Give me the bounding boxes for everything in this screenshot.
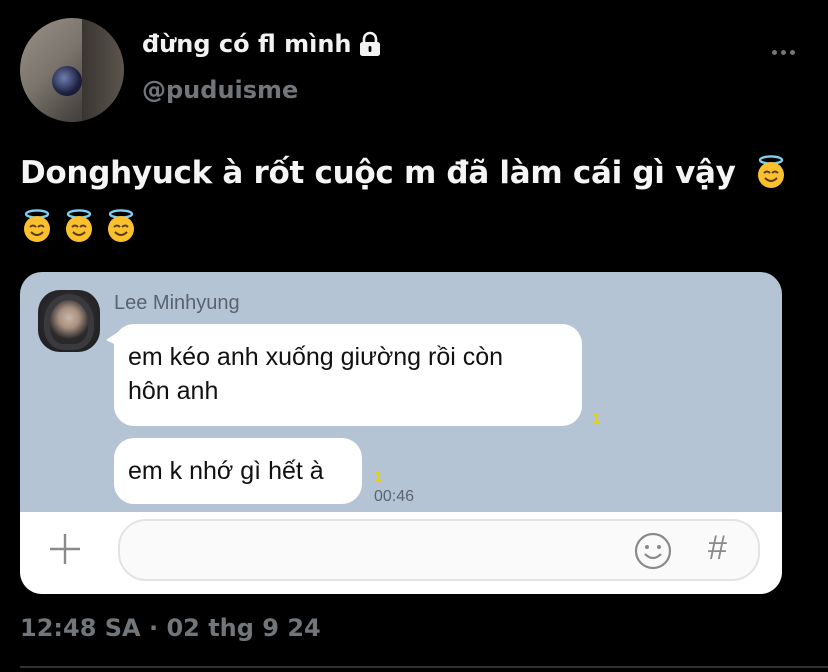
smiling-face-with-halo-icon [66,209,92,242]
chat-bubble: em kéo anh xuống giường rồi còn hôn anh [106,324,582,426]
chat-sender-name: Lee Minhyung [114,292,240,314]
message-line: em kéo anh xuống giường rồi còn [128,343,504,371]
message-time: 00:46 [374,488,415,505]
hashtag-icon: # [708,529,727,567]
divider [20,666,828,668]
dot [781,49,786,55]
dot [772,49,777,55]
message-text: em k nhớ gì hết à [128,457,324,485]
display-name-text: đừng có fl mình [142,30,352,58]
avatar-door [82,18,124,122]
smiling-face-with-halo-icon [24,209,50,242]
tweet-timestamp[interactable]: 12:48 SA · 02 thg 9 24 [20,614,321,642]
unread-count: 1 [374,468,383,485]
emoji-smile-icon [634,532,672,570]
message-input: # [118,519,760,581]
tweet-text: Donghyuck à rốt cuộc m đã làm cái gì vậy [20,146,810,254]
more-options-icon[interactable] [772,44,800,60]
unread-count: 1 [592,410,601,427]
lock-icon [359,31,380,56]
profile-avatar[interactable] [20,18,124,122]
avatar-doorknob [52,66,82,96]
attached-image[interactable]: Lee Minhyung em kéo anh xuống giường rồi… [20,272,782,594]
smiling-face-with-halo-icon [758,155,785,188]
chat-avatar [38,290,100,352]
chat-bubble: em k nhớ gì hết à [114,438,362,504]
tweet-body: Donghyuck à rốt cuộc m đã làm cái gì vậy [20,155,736,191]
message-line: hôn anh [128,377,219,405]
smiling-face-with-halo-icon [108,209,134,242]
display-name[interactable]: đừng có fl mình [142,30,382,58]
dot [790,49,795,55]
chat-input-bar: # [20,512,782,594]
avatar-hood [44,294,94,350]
user-handle[interactable]: @puduisme [142,76,298,104]
plus-icon [50,534,80,564]
